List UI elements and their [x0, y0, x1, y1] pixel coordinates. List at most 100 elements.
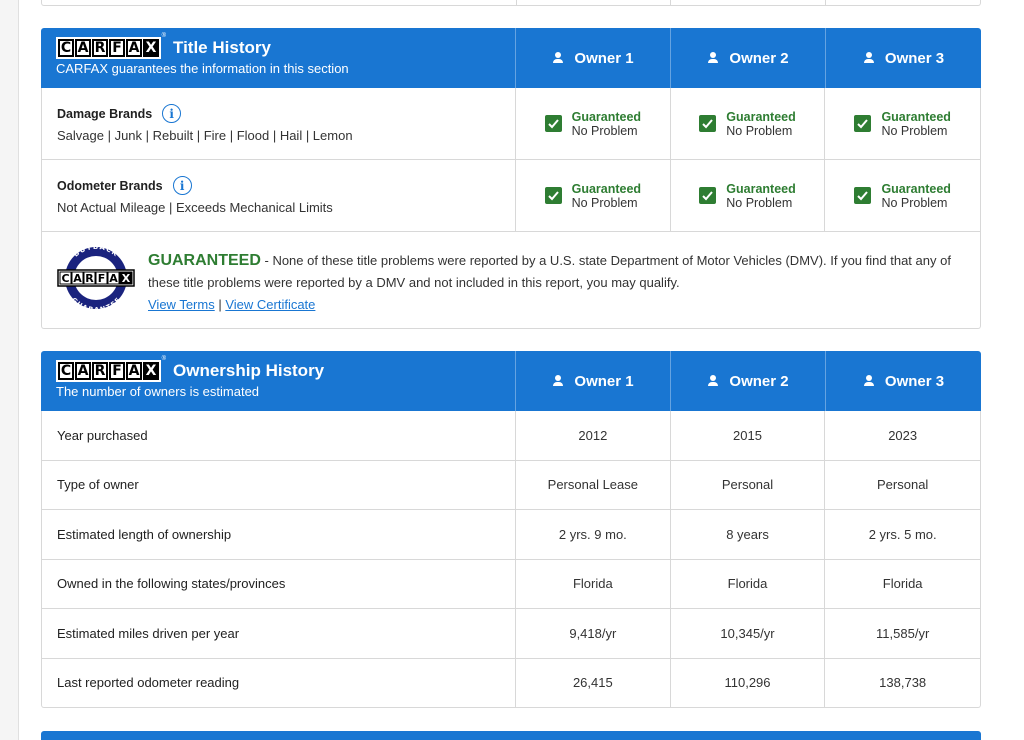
svg-text:A: A [109, 272, 118, 285]
row-label: Type of owner [57, 477, 139, 493]
table-cell: Personal Lease [515, 460, 670, 509]
guaranteed-label: Guaranteed [571, 109, 642, 124]
view-certificate-link[interactable]: View Certificate [225, 297, 315, 312]
table-cell: Personal [824, 460, 980, 509]
owner-label: Owner 1 [574, 49, 634, 67]
carfax-logo: C A R F A X ® [56, 356, 166, 382]
person-icon [863, 375, 875, 387]
logo-letter: C [58, 362, 74, 380]
section-subtitle: The number of owners is estimated [56, 384, 260, 399]
no-problem-label: No Problem [881, 195, 948, 210]
owner-2-header: Owner 2 [670, 351, 825, 411]
table-cell: 138,738 [824, 658, 980, 707]
guaranteed-cell: Guaranteed No Problem [515, 160, 670, 231]
damage-brands-list: Salvage | Junk | Rebuilt | Fire | Flood … [57, 128, 353, 143]
owner-label: Owner 3 [884, 372, 945, 390]
check-icon [699, 115, 717, 132]
logo-letter: F [109, 362, 125, 380]
guaranteed-label: Guaranteed [726, 181, 796, 196]
guaranteed-cell: Guaranteed No Problem [669, 160, 825, 231]
no-problem-label: No Problem [571, 195, 638, 210]
table-cell: 2012 [515, 411, 670, 460]
check-icon [854, 115, 872, 132]
svg-text:C: C [61, 272, 69, 285]
carfax-logo: C A R F A X ® [56, 33, 166, 59]
svg-text:X: X [122, 272, 131, 285]
guaranteed-cell: Guaranteed No Problem [824, 88, 980, 159]
guarantee-text: GUARANTEED - None of these title problem… [148, 250, 968, 316]
info-icon[interactable]: i [162, 104, 182, 123]
logo-letter: A [126, 39, 142, 57]
logo-letter: X [143, 362, 159, 380]
owner-1-header: Owner 1 [515, 28, 670, 88]
damage-brands-label: Damage Brands [57, 106, 153, 121]
table-cell: 2 yrs. 9 mo. [515, 510, 670, 559]
table-row: Estimated length of ownership 2 yrs. 9 m… [41, 510, 981, 560]
logo-letter: A [75, 362, 91, 380]
svg-text:R: R [85, 272, 94, 285]
person-icon [707, 52, 719, 64]
no-problem-label: No Problem [881, 123, 948, 138]
logo-letter: C [58, 39, 74, 57]
table-cell: Florida [824, 559, 980, 608]
person-icon [863, 52, 875, 64]
table-row: Last reported odometer reading 26,415 11… [41, 658, 981, 708]
guaranteed-cell: Guaranteed No Problem [515, 88, 670, 159]
owner-label: Owner 2 [729, 372, 789, 390]
next-section-header-fragment [41, 731, 981, 740]
owner-label: Owner 3 [884, 49, 945, 67]
guaranteed-cell: Guaranteed No Problem [824, 160, 980, 231]
ownership-history-header: C A R F A X ® Ownership History The numb… [41, 351, 981, 411]
table-cell: 110,296 [669, 658, 825, 707]
table-cell: 2 yrs. 5 mo. [824, 510, 980, 559]
table-cell: Florida [669, 559, 825, 608]
no-problem-label: No Problem [726, 195, 793, 210]
buyback-guarantee-badge-icon: BUYBACK GUARANTEE C A R F A X [57, 246, 135, 310]
row-label: Estimated length of ownership [57, 526, 232, 542]
table-cell: 2015 [669, 411, 825, 460]
owner-3-header: Owner 3 [825, 28, 981, 88]
table-cell: 2023 [824, 411, 980, 460]
guarantee-body: - None of these title problems were repo… [148, 253, 951, 290]
table-cell: 26,415 [515, 658, 670, 707]
svg-text:A: A [73, 272, 82, 285]
link-separator: | [214, 297, 226, 312]
svg-text:F: F [98, 272, 106, 285]
check-icon [854, 187, 872, 204]
info-icon[interactable]: i [172, 176, 192, 195]
table-cell: 9,418/yr [515, 609, 670, 658]
row-label: Estimated miles driven per year [57, 625, 240, 641]
logo-letter: R [92, 39, 108, 57]
no-problem-label: No Problem [571, 123, 638, 138]
guaranteed-cell: Guaranteed No Problem [669, 88, 825, 159]
check-icon [699, 187, 717, 204]
buyback-guarantee-block: BUYBACK GUARANTEE C A R F A X GUARANTEED… [41, 232, 981, 329]
view-terms-link[interactable]: View Terms [148, 297, 215, 312]
owner-2-header: Owner 2 [670, 28, 825, 88]
section-title: Title History [173, 38, 271, 57]
previous-section-fragment [41, 0, 981, 6]
no-problem-label: No Problem [726, 123, 793, 138]
row-label: Last reported odometer reading [57, 675, 240, 691]
damage-brands-row: Damage Brands i Salvage | Junk | Rebuilt … [41, 88, 981, 160]
table-row: Type of owner Personal Lease Personal Pe… [41, 460, 981, 510]
left-rail [0, 0, 19, 740]
ownership-history-section: C A R F A X ® Ownership History The numb… [41, 351, 981, 708]
section-title: Ownership History [173, 361, 325, 380]
odometer-brands-row: Odometer Brands i Not Actual Mileage | Ex… [41, 160, 981, 232]
table-cell: 10,345/yr [669, 609, 825, 658]
guaranteed-label: Guaranteed [881, 181, 951, 196]
title-history-section: C A R F A X ® Title History CARFAX guara… [41, 28, 981, 329]
check-icon [544, 187, 562, 204]
logo-letter: F [109, 39, 125, 57]
table-row: Owned in the following states/provinces … [41, 559, 981, 609]
guaranteed-heading: GUARANTEED [148, 252, 261, 269]
table-cell: 11,585/yr [824, 609, 980, 658]
odometer-brands-list: Not Actual Mileage | Exceeds Mechanical … [57, 200, 333, 215]
owner-label: Owner 1 [574, 372, 634, 390]
table-row: Estimated miles driven per year 9,418/yr… [41, 609, 981, 659]
person-icon [707, 375, 719, 387]
check-icon [544, 115, 562, 132]
guaranteed-label: Guaranteed [881, 109, 951, 124]
logo-letter: X [143, 39, 159, 57]
